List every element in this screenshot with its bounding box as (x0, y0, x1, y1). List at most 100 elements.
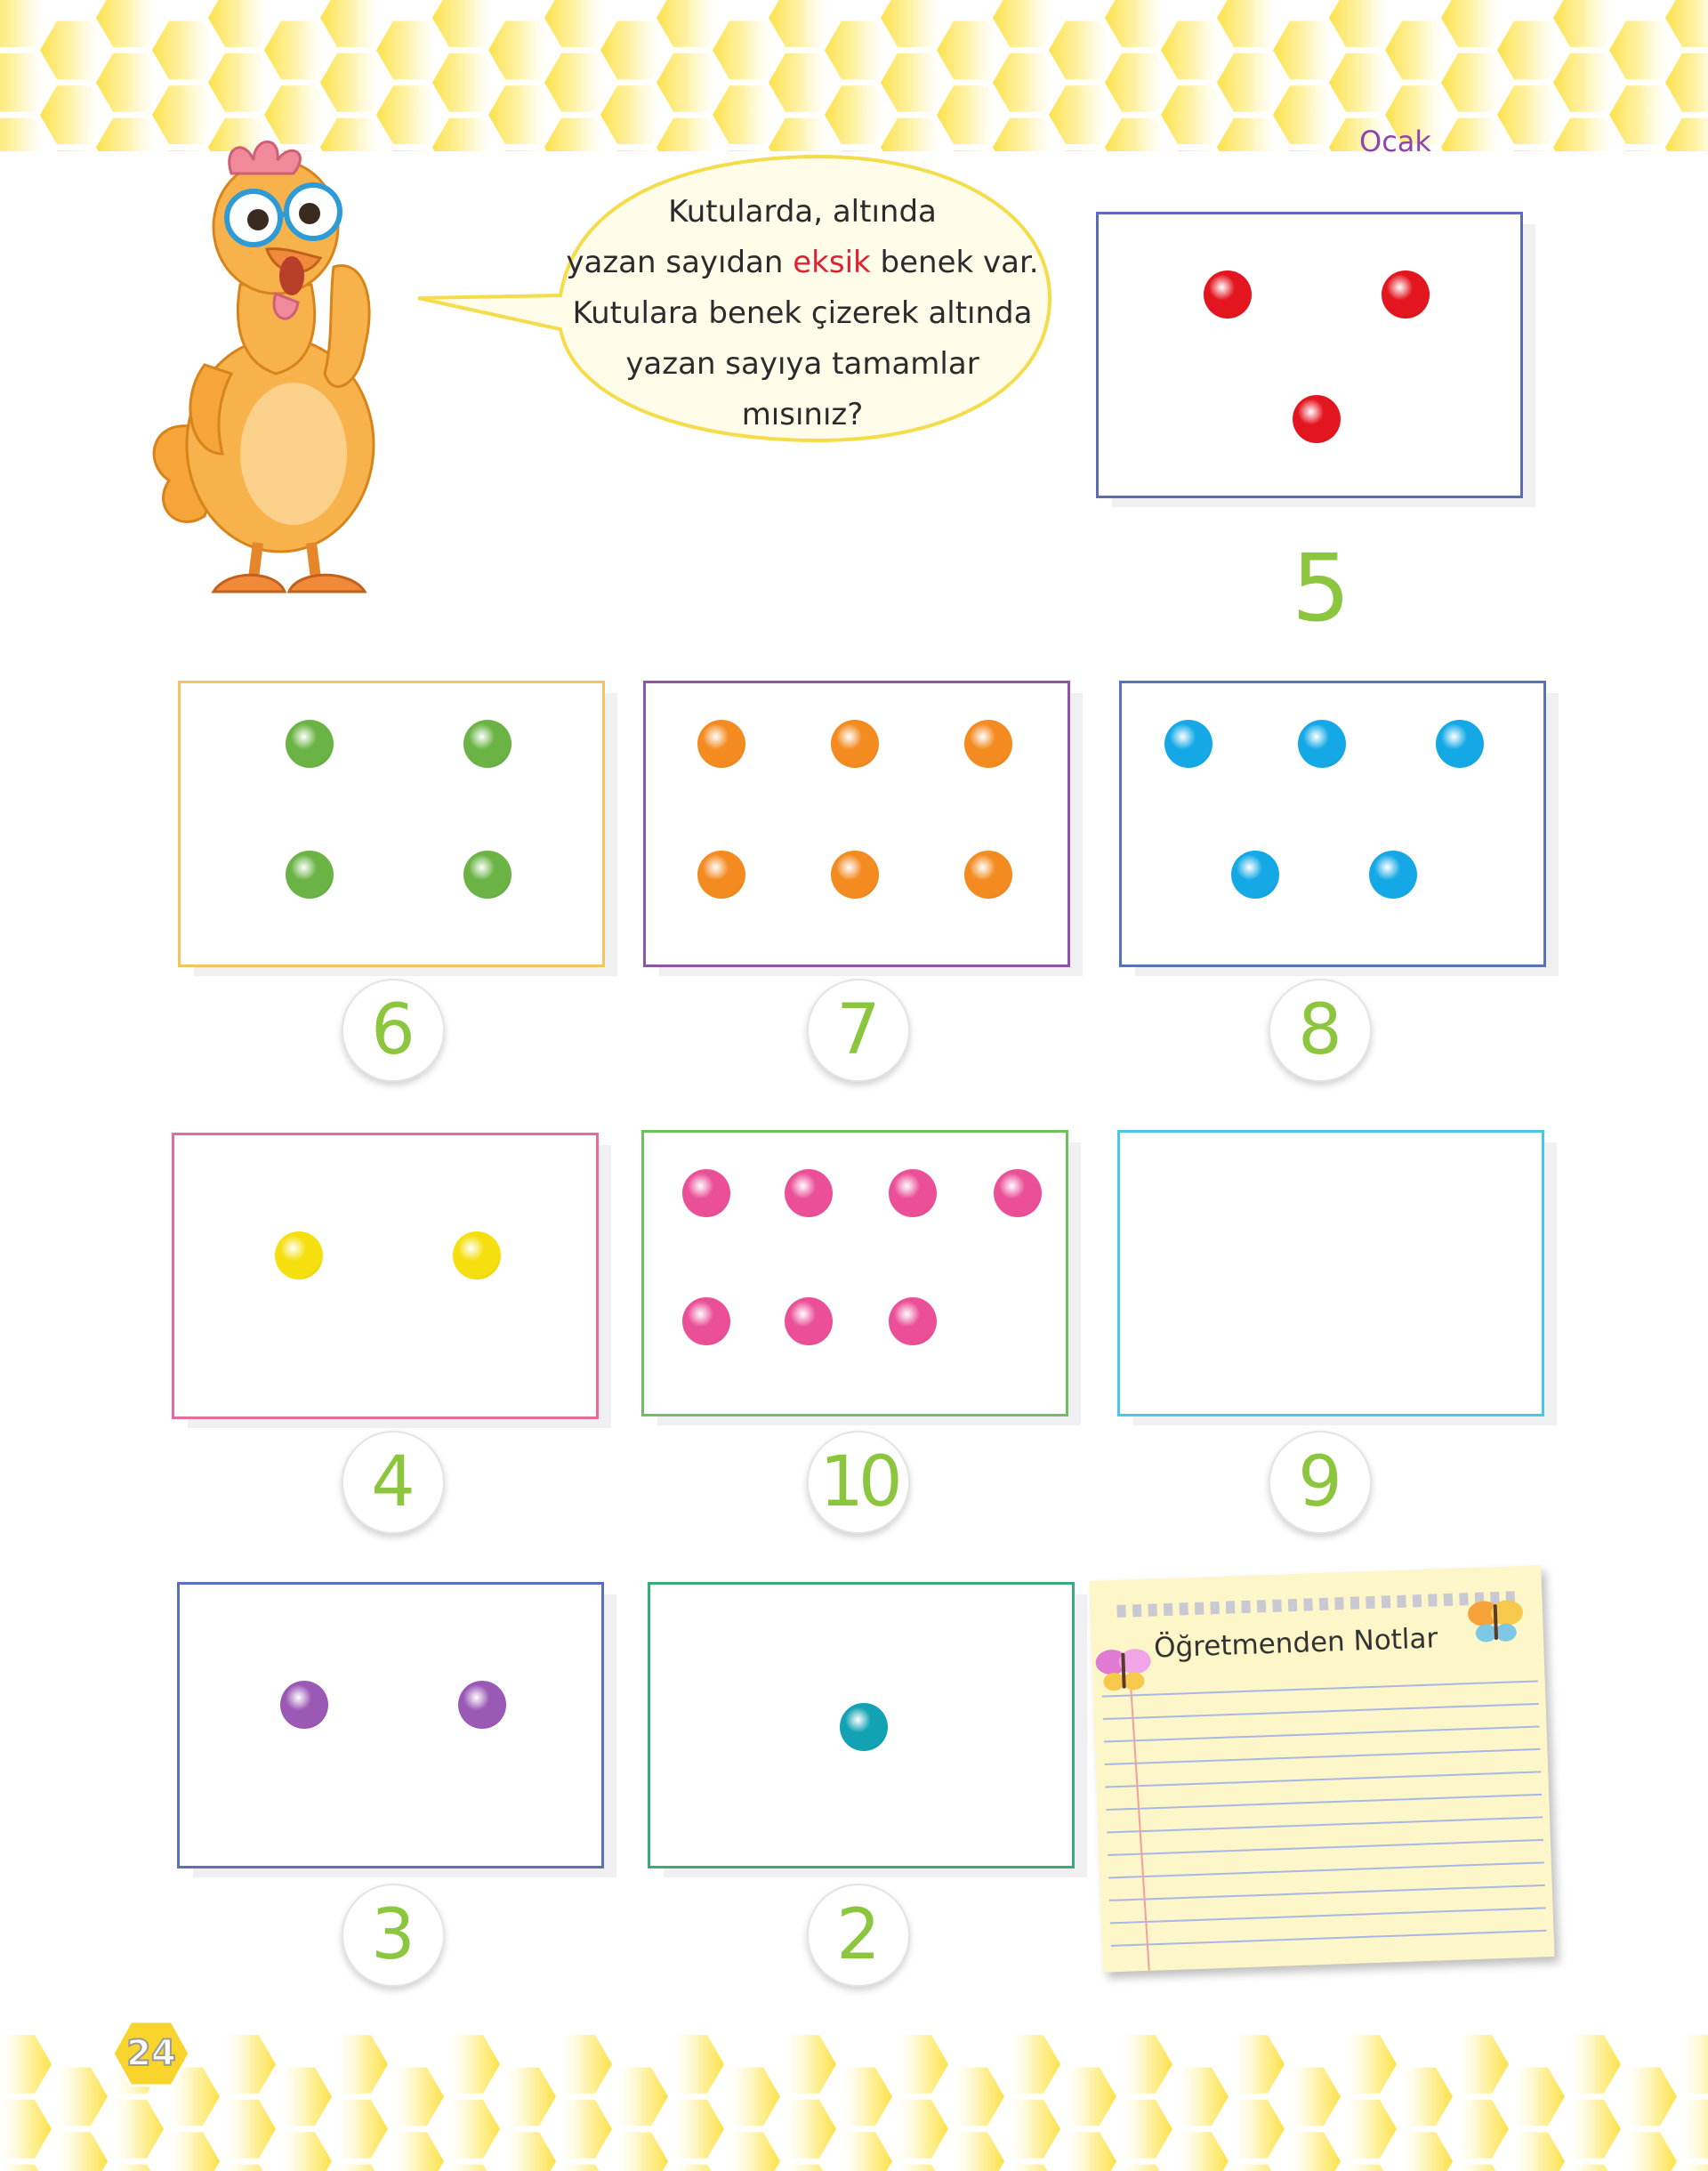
honeycomb-cell (1329, 52, 1397, 112)
honeycomb-cell (320, 0, 388, 47)
honeycomb-cell (488, 20, 556, 80)
notebook-hole (1116, 1604, 1126, 1618)
teacher-notes-card[interactable]: Öğretmenden Notlar (1089, 1565, 1555, 1973)
instruction-line-4: yazan sayıya tamamlar (625, 346, 979, 382)
honeycomb-cell (488, 85, 556, 144)
dot (1164, 720, 1213, 768)
notebook-hole (1318, 1597, 1329, 1610)
honeycomb-cell (881, 0, 948, 47)
honeycomb-cell (208, 2035, 276, 2094)
honeycomb-cell (1217, 117, 1285, 151)
honeycomb-cell (40, 20, 108, 80)
honeycomb-cell (1217, 0, 1285, 47)
honeycomb-cell (1497, 20, 1565, 80)
notebook-hole (1287, 1598, 1298, 1612)
dot-box-6[interactable] (178, 681, 605, 967)
notebook-line (1108, 1884, 1545, 1901)
dot (697, 851, 745, 899)
dot (1293, 395, 1341, 443)
honeycomb-cell (657, 2035, 724, 2094)
instruction-line-2: yazan sayıdan eksik benek var. (553, 238, 1051, 288)
honeycomb-cell (432, 2035, 500, 2094)
dot (275, 1231, 323, 1279)
dot-box-9[interactable] (1117, 1130, 1544, 1416)
honeycomb-cell (109, 2164, 151, 2171)
honeycomb-cell (96, 0, 164, 47)
dot (964, 851, 1012, 899)
honeycomb-cell (769, 117, 836, 151)
honeycomb-cell (669, 2164, 712, 2171)
honeycomb-cell (1341, 2164, 1384, 2171)
honeycomb-cell (937, 85, 1004, 144)
honeycomb-cell (1497, 2132, 1565, 2171)
honeycomb-cell (0, 52, 52, 112)
honeycomb-cell (1454, 2164, 1496, 2171)
honeycomb-cell (825, 2132, 892, 2171)
dot-box-2[interactable] (648, 1582, 1075, 1868)
honeycomb-cell (657, 52, 724, 112)
honeycomb-cell (557, 2164, 600, 2171)
instruction-line-1: Kutularda, altında (668, 194, 937, 230)
dot-box-8[interactable] (1119, 681, 1546, 967)
honeycomb-cell (1441, 2099, 1509, 2159)
number-circle-8: 8 (1269, 979, 1372, 1082)
honeycomb-cell (432, 0, 500, 47)
honeycomb-cell (1161, 85, 1229, 144)
honeycomb-cell (96, 52, 164, 112)
honeycomb-cell (0, 0, 52, 47)
honeycomb-cell (937, 20, 1004, 80)
honeycomb-cell (0, 117, 52, 151)
dot (453, 1231, 501, 1279)
honeycomb-cell (881, 2035, 948, 2094)
honeycomb-cell (1217, 52, 1285, 112)
honeycomb-bottom (0, 2035, 1708, 2171)
honeycomb-cell (993, 2099, 1060, 2159)
dot (1298, 720, 1346, 768)
notebook-hole (1132, 1603, 1142, 1618)
notebook-hole (1428, 1594, 1438, 1607)
number-label: 8 (1298, 990, 1342, 1070)
honeycomb-cell (1161, 2132, 1229, 2171)
honeycomb-cell (1665, 2035, 1708, 2094)
example-dot-box[interactable] (1096, 212, 1523, 498)
notebook-hole (1194, 1602, 1204, 1615)
notebook-line (1107, 1816, 1543, 1834)
honeycomb-cell (445, 2164, 487, 2171)
honeycomb-cell (993, 2035, 1060, 2094)
notebook-hole (1412, 1594, 1422, 1608)
honeycomb-cell (1441, 2035, 1509, 2094)
dot (682, 1169, 730, 1217)
notebook-line (1108, 1861, 1544, 1879)
honeycomb-cell (1161, 20, 1229, 80)
honeycomb-cell (488, 2067, 556, 2127)
dot (682, 1297, 730, 1345)
dot-box-10[interactable] (641, 1130, 1068, 1416)
honeycomb-cell (1289, 150, 1325, 151)
dot-box-7[interactable] (643, 681, 1070, 967)
month-label: Ocak (1359, 125, 1431, 158)
dot (463, 851, 512, 899)
honeycomb-cell (1065, 150, 1100, 151)
honeycomb-cell (993, 117, 1060, 151)
notebook-hole (1148, 1603, 1157, 1617)
notebook-hole (1366, 1595, 1375, 1610)
honeycomb-cell (600, 20, 668, 80)
notebook-hole (1225, 1601, 1236, 1614)
honeycomb-cell (1497, 2067, 1565, 2127)
dot-box-4[interactable] (172, 1133, 599, 1419)
dot (286, 851, 334, 899)
honeycomb-cell (825, 85, 892, 144)
notebook-hole (1272, 1599, 1282, 1612)
honeycomb-cell (1049, 2132, 1116, 2171)
number-circle-2: 2 (807, 1884, 910, 1987)
honeycomb-cell (769, 52, 836, 112)
number-label: 2 (836, 1895, 881, 1975)
number-circle-3: 3 (342, 1884, 445, 1987)
honeycomb-cell (1049, 2067, 1116, 2127)
dot-box-3[interactable] (177, 1582, 604, 1868)
honeycomb-cell (881, 52, 948, 112)
honeycomb-cell (769, 2035, 836, 2094)
honeycomb-cell (1609, 20, 1677, 80)
honeycomb-cell (40, 2132, 108, 2171)
honeycomb-cell (544, 117, 612, 151)
